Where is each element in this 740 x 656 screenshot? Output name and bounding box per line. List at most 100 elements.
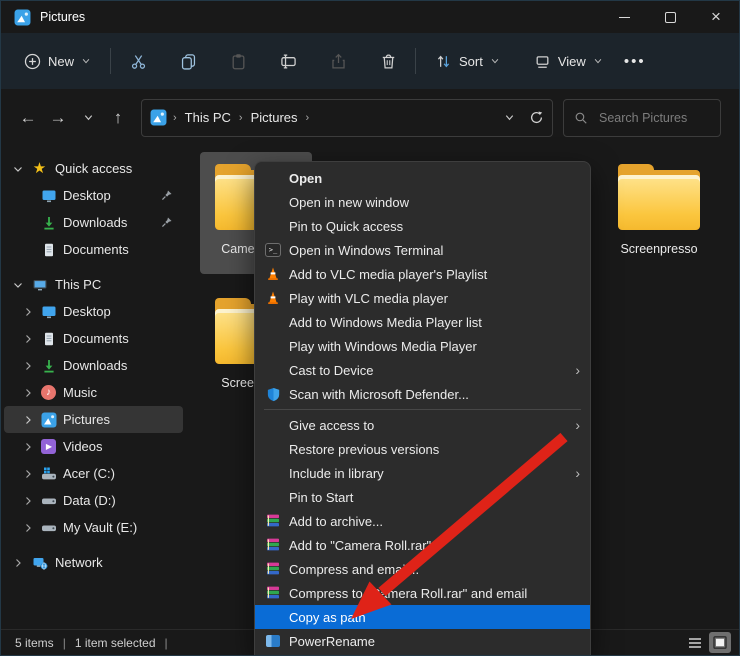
forward-button[interactable]: → <box>43 103 73 133</box>
menu-item-cast-to-device[interactable]: Cast to Device › <box>255 358 590 382</box>
computer-icon <box>31 276 48 293</box>
chevron-right-icon[interactable] <box>22 360 34 372</box>
sidebar-item-drive-c[interactable]: Acer (C:) <box>4 460 183 487</box>
refresh-button[interactable] <box>529 110 544 125</box>
menu-item-open-new-window[interactable]: Open in new window <box>255 190 590 214</box>
sort-arrows-icon <box>435 53 452 70</box>
winrar-books-icon <box>264 512 282 530</box>
menu-item-vlc-add-playlist[interactable]: Add to VLC media player's Playlist <box>255 262 590 286</box>
close-button[interactable]: × <box>693 1 739 33</box>
menu-item-open[interactable]: Open <box>255 166 590 190</box>
new-button[interactable]: New <box>15 46 100 77</box>
chevron-right-icon[interactable] <box>22 306 34 318</box>
sidebar-item-drive-d[interactable]: Data (D:) <box>4 487 183 514</box>
sidebar-item-videos[interactable]: ▶ Videos <box>4 433 183 460</box>
chevron-right-icon[interactable] <box>12 557 24 569</box>
defender-shield-icon <box>264 385 282 403</box>
menu-item-powerrename[interactable]: PowerRename <box>255 629 590 653</box>
winrar-books-icon <box>264 584 282 602</box>
sidebar-item-network[interactable]: Network <box>4 549 183 576</box>
folder-icon <box>616 164 702 232</box>
sidebar-item-quick-access[interactable]: ★ Quick access <box>4 155 183 182</box>
chevron-right-icon[interactable] <box>22 414 34 426</box>
paste-button[interactable] <box>221 44 255 78</box>
items-count: 5 items <box>15 636 54 650</box>
document-icon <box>40 241 57 258</box>
address-bar: ← → ↑ › This PC › Pictures › <box>1 89 739 146</box>
more-options-button[interactable]: ••• <box>612 53 658 70</box>
sidebar-item-this-pc[interactable]: This PC <box>4 271 183 298</box>
search-box[interactable] <box>563 99 721 137</box>
plus-circle-icon <box>24 53 41 70</box>
sidebar-item-music[interactable]: ♪ Music <box>4 379 183 406</box>
navigation-pane: ★ Quick access Desktop Downloads Documen… <box>1 146 186 629</box>
chevron-right-icon[interactable] <box>22 522 34 534</box>
chevron-right-icon[interactable] <box>22 441 34 453</box>
share-button[interactable] <box>321 44 355 78</box>
sidebar-item-desktop-qa[interactable]: Desktop <box>4 182 183 209</box>
windows-terminal-icon: >_ <box>264 241 282 259</box>
breadcrumb[interactable]: › This PC › Pictures › <box>141 99 553 137</box>
breadcrumb-this-pc[interactable]: This PC <box>179 107 237 128</box>
address-dropdown-chevron[interactable] <box>504 112 515 123</box>
menu-item-scan-defender[interactable]: Scan with Microsoft Defender... <box>255 382 590 406</box>
menu-item-include-library[interactable]: Include in library › <box>255 461 590 485</box>
context-menu: Open Open in new window Pin to Quick acc… <box>254 161 591 655</box>
sidebar-item-drive-e[interactable]: My Vault (E:) <box>4 514 183 541</box>
breadcrumb-pictures[interactable]: Pictures <box>245 107 304 128</box>
sidebar-item-downloads[interactable]: Downloads <box>4 352 183 379</box>
back-button[interactable]: ← <box>13 103 43 133</box>
desktop-icon <box>40 303 57 320</box>
sidebar-item-downloads-qa[interactable]: Downloads <box>4 209 183 236</box>
vlc-cone-icon <box>264 265 282 283</box>
recent-locations-chevron[interactable] <box>73 103 103 133</box>
menu-item-pin-quick-access[interactable]: Pin to Quick access <box>255 214 590 238</box>
view-button[interactable]: View <box>525 46 612 77</box>
sidebar-item-desktop[interactable]: Desktop <box>4 298 183 325</box>
sidebar-item-documents[interactable]: Documents <box>4 325 183 352</box>
menu-item-open-windows-terminal[interactable]: >_ Open in Windows Terminal <box>255 238 590 262</box>
download-icon <box>40 214 57 231</box>
menu-item-give-access[interactable]: Give access to › <box>255 413 590 437</box>
star-icon: ★ <box>31 160 48 177</box>
search-input[interactable] <box>597 110 707 126</box>
folder-tile-screenpresso[interactable]: Screenpresso <box>603 152 715 274</box>
menu-item-wmp-add-list[interactable]: Add to Windows Media Player list <box>255 310 590 334</box>
music-icon: ♪ <box>40 384 57 401</box>
view-layout-icon <box>534 53 551 70</box>
large-icons-view-button[interactable] <box>709 632 731 653</box>
chevron-right-icon[interactable] <box>22 333 34 345</box>
menu-item-pin-start[interactable]: Pin to Start <box>255 485 590 509</box>
chevron-right-icon[interactable] <box>22 468 34 480</box>
explorer-window: Pictures × New <box>0 0 740 656</box>
toolbar-divider <box>110 48 111 74</box>
chevron-right-icon[interactable] <box>22 387 34 399</box>
sidebar-item-documents-qa[interactable]: Documents <box>4 236 183 263</box>
details-view-button[interactable] <box>684 632 706 653</box>
menu-item-vlc-play[interactable]: Play with VLC media player <box>255 286 590 310</box>
menu-item-restore-versions[interactable]: Restore previous versions <box>255 437 590 461</box>
chevron-right-icon[interactable] <box>22 495 34 507</box>
minimize-button[interactable] <box>601 1 647 33</box>
copy-button[interactable] <box>171 44 205 78</box>
up-button[interactable]: ↑ <box>103 103 133 133</box>
cut-button[interactable] <box>121 44 155 78</box>
menu-item-wmp-play[interactable]: Play with Windows Media Player <box>255 334 590 358</box>
menu-item-compress-email[interactable]: Compress and email... <box>255 557 590 581</box>
menu-item-copy-as-path[interactable]: Copy as path <box>255 605 590 629</box>
winrar-books-icon <box>264 536 282 554</box>
sidebar-item-pictures[interactable]: Pictures <box>4 406 183 433</box>
sort-button[interactable]: Sort <box>426 46 509 77</box>
drive-icon <box>40 492 57 509</box>
chevron-down-icon[interactable] <box>12 163 24 175</box>
rename-button[interactable] <box>271 44 305 78</box>
maximize-button[interactable] <box>647 1 693 33</box>
document-icon <box>40 330 57 347</box>
menu-item-add-archive[interactable]: Add to archive... <box>255 509 590 533</box>
menu-item-compress-rar-email[interactable]: Compress to "Camera Roll.rar" and email <box>255 581 590 605</box>
menu-item-add-rar[interactable]: Add to "Camera Roll.rar" <box>255 533 590 557</box>
pin-icon <box>160 189 173 202</box>
chevron-down-icon[interactable] <box>12 279 24 291</box>
folder-label: Screenpresso <box>620 242 697 256</box>
delete-button[interactable] <box>371 44 405 78</box>
